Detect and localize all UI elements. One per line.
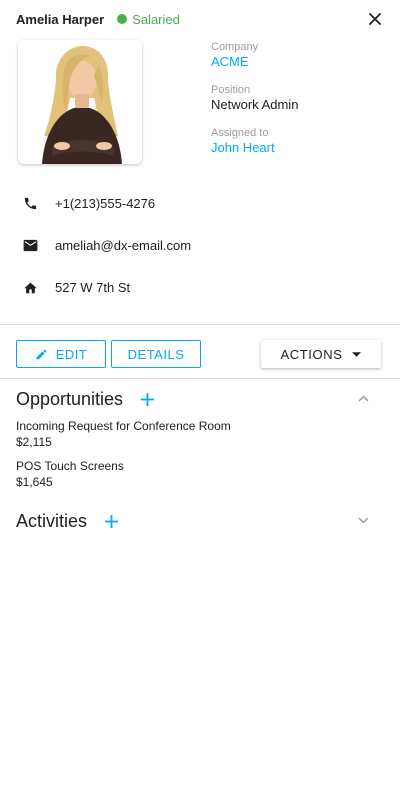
plus-icon xyxy=(104,514,118,528)
list-item[interactable]: POS Touch Screens $1,645 xyxy=(16,459,356,490)
assigned-label: Assigned to xyxy=(211,127,269,139)
plus-icon xyxy=(140,392,154,406)
add-opportunity-button[interactable] xyxy=(139,391,155,407)
edit-label: EDIT xyxy=(55,346,88,362)
opportunity-value: $1,645 xyxy=(16,475,53,489)
details-button[interactable]: DETAILS xyxy=(111,340,201,368)
company-block: Company ACME xyxy=(211,41,381,70)
actions-label: ACTIONS xyxy=(280,346,343,362)
address-text: 527 W 7th St xyxy=(55,279,131,295)
contact-info: Company ACME Position Network Admin Assi… xyxy=(211,41,381,170)
position-label: Position xyxy=(211,84,251,96)
add-activity-button[interactable] xyxy=(103,513,119,529)
opportunities-title: Opportunities xyxy=(16,388,124,409)
email-address[interactable]: ameliah@dx-email.com xyxy=(55,238,191,253)
status-dot-icon xyxy=(117,14,128,24)
opportunity-value: $2,115 xyxy=(16,435,52,449)
opportunities-header[interactable]: Opportunities xyxy=(16,386,380,412)
phone-icon xyxy=(22,195,38,211)
avatar xyxy=(18,40,142,164)
home-icon xyxy=(22,279,38,295)
divider xyxy=(0,378,400,379)
contact-name: Amelia Harper xyxy=(16,11,105,27)
actions-dropdown-button[interactable]: ACTIONS xyxy=(261,340,381,368)
company-link[interactable]: ACME xyxy=(211,54,381,70)
caret-down-icon xyxy=(352,351,362,357)
activities-header[interactable]: Activities xyxy=(16,508,380,534)
divider xyxy=(0,324,400,325)
contact-header: Amelia Harper Salaried xyxy=(16,10,384,28)
close-icon xyxy=(369,13,381,25)
chevron-down-icon[interactable] xyxy=(356,513,370,527)
list-item[interactable]: Incoming Request for Conference Room $2,… xyxy=(16,419,356,450)
assigned-block: Assigned to John Heart xyxy=(211,127,381,156)
edit-button[interactable]: EDIT xyxy=(16,340,106,368)
chevron-up-icon[interactable] xyxy=(356,391,370,405)
assigned-link[interactable]: John Heart xyxy=(211,140,381,156)
pencil-icon xyxy=(35,348,48,361)
phone-number[interactable]: +1(213)555-4276 xyxy=(55,196,155,211)
details-label: DETAILS xyxy=(127,346,185,362)
email-icon xyxy=(22,237,38,253)
company-label: Company xyxy=(211,41,259,53)
activities-title: Activities xyxy=(16,510,88,531)
email-row: ameliah@dx-email.com xyxy=(22,235,191,255)
opportunity-title: POS Touch Screens xyxy=(16,459,124,473)
position-block: Position Network Admin xyxy=(211,84,381,113)
status-label: Salaried xyxy=(132,11,180,27)
address-row: 527 W 7th St xyxy=(22,277,130,297)
opportunity-title: Incoming Request for Conference Room xyxy=(16,419,231,433)
close-button[interactable] xyxy=(366,10,384,28)
avatar-image xyxy=(18,40,142,164)
position-value: Network Admin xyxy=(211,97,299,112)
phone-row: +1(213)555-4276 xyxy=(22,193,155,213)
